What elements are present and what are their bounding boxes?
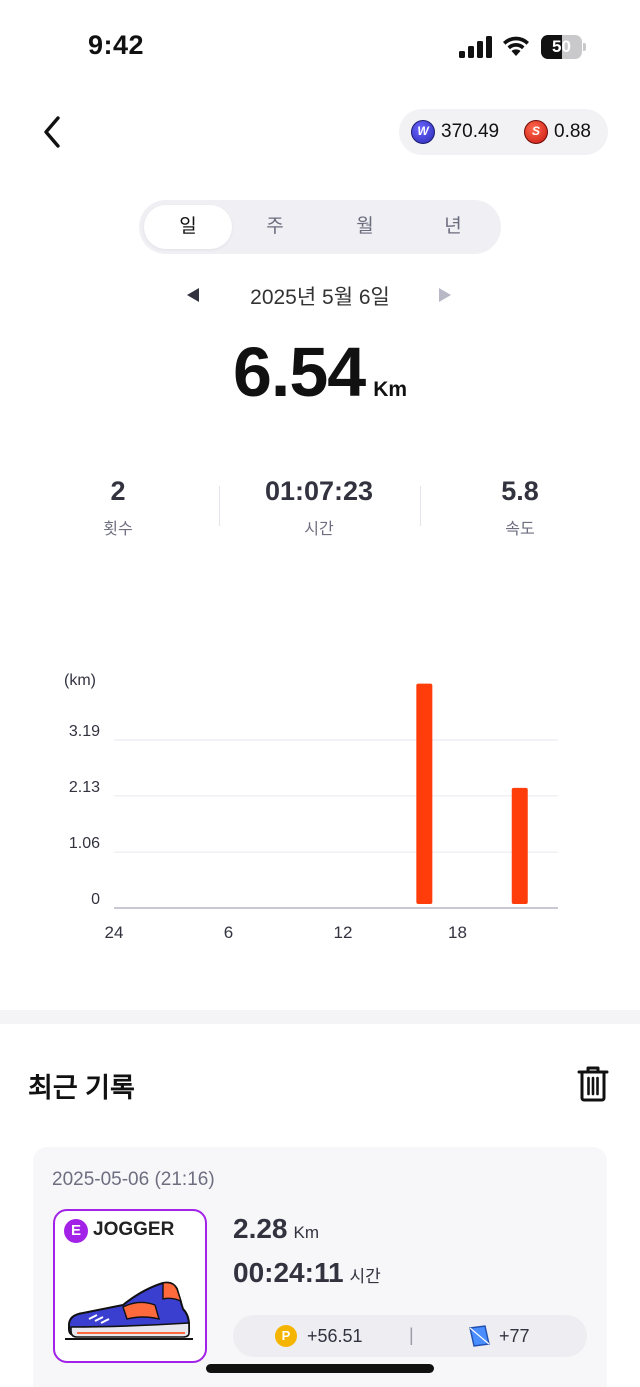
- chart-y-tick: 1.06: [69, 835, 100, 852]
- chart-x-tick: 12: [334, 923, 353, 942]
- chart-bar: [511, 787, 528, 904]
- record-duration-value: 00:24:11: [233, 1257, 344, 1288]
- chart-y-tick: 0: [91, 891, 100, 908]
- tab-year[interactable]: 년: [409, 205, 497, 249]
- stat-time-value: 01:07:23: [264, 476, 374, 506]
- distance-value: 6.54: [232, 333, 366, 411]
- tab-week[interactable]: 주: [231, 205, 319, 249]
- recent-records-title: 최근 기록: [28, 1073, 135, 1103]
- points-coin-icon: P: [275, 1325, 297, 1347]
- chart-bar: [416, 683, 433, 904]
- balance-pill[interactable]: W 370.49 S 0.88: [399, 109, 608, 155]
- cellular-signal-icon: [459, 36, 492, 58]
- record-duration-unit: 시간: [349, 1267, 381, 1286]
- running-shoe-image: [65, 1281, 193, 1340]
- grade-badge: E: [64, 1219, 88, 1243]
- record-distance-unit: Km: [293, 1223, 320, 1242]
- record-card[interactable]: 2025-05-06 (21:16) E JOGGER 2.28 Km 00:24…: [33, 1147, 607, 1387]
- record-distance-value: 2.28: [233, 1213, 288, 1244]
- chart-y-unit-label: (km): [64, 672, 96, 689]
- shoe-name: JOGGER: [93, 1219, 175, 1240]
- w-coin-icon: W: [411, 120, 435, 144]
- prev-date-arrow-icon[interactable]: [184, 286, 202, 304]
- battery-icon: 50: [541, 35, 586, 59]
- stats-row: 2 횟수 01:07:23 시간 5.8 속도: [0, 476, 640, 546]
- current-date: 2025년 5월 6일: [250, 286, 390, 309]
- reward-points: +56.51: [307, 1326, 363, 1346]
- stat-count: 2 횟수: [18, 476, 218, 539]
- balance-w: 370.49: [441, 121, 500, 142]
- date-navigation: 2025년 5월 6일: [0, 278, 640, 314]
- chart-x-tick: 6: [224, 923, 233, 942]
- s-coin-icon: S: [524, 120, 548, 144]
- rewards-pill: P +56.51 | +77: [233, 1315, 587, 1357]
- stat-time: 01:07:23 시간: [219, 476, 419, 539]
- status-time: 9:42: [88, 30, 145, 60]
- section-divider: [0, 1010, 640, 1024]
- wifi-icon: [503, 36, 529, 56]
- next-date-arrow-icon[interactable]: [436, 286, 454, 304]
- record-datetime: 2025-05-06 (21:16): [52, 1169, 215, 1190]
- hourly-distance-chart: (km) 0 1.06 2.13 3.19 24 6 12 18: [64, 672, 558, 942]
- tab-month[interactable]: 월: [321, 205, 409, 249]
- chart-y-tick: 3.19: [69, 723, 100, 740]
- distance-unit: Km: [373, 378, 408, 401]
- reward-map: +77: [499, 1326, 530, 1346]
- stat-speed-value: 5.8: [501, 476, 539, 506]
- stat-speed-label: 속도: [505, 521, 535, 538]
- chart-x-tick: 24: [105, 923, 124, 942]
- record-duration: 00:24:11 시간: [233, 1257, 381, 1289]
- stat-count-value: 2: [110, 476, 126, 506]
- reward-divider: |: [409, 1325, 414, 1345]
- total-distance: 6.54 Km: [0, 332, 640, 412]
- home-indicator: [206, 1364, 434, 1373]
- chart-y-tick: 2.13: [69, 779, 100, 796]
- chart-x-tick: 18: [448, 923, 467, 942]
- record-distance: 2.28 Km: [233, 1213, 319, 1245]
- balance-s: 0.88: [554, 121, 591, 142]
- back-chevron-icon[interactable]: [36, 112, 70, 152]
- map-tile-icon: [469, 1325, 490, 1347]
- stat-count-label: 횟수: [103, 521, 133, 538]
- status-bar: 9:42 50: [0, 0, 640, 90]
- tab-day[interactable]: 일: [144, 205, 232, 249]
- stat-speed: 5.8 속도: [420, 476, 620, 539]
- period-tabs: 일 주 월 년: [139, 200, 501, 254]
- trash-icon[interactable]: [576, 1065, 610, 1103]
- shoe-card[interactable]: E JOGGER: [53, 1209, 207, 1363]
- stat-time-label: 시간: [304, 521, 334, 538]
- battery-percent: 50: [552, 37, 571, 56]
